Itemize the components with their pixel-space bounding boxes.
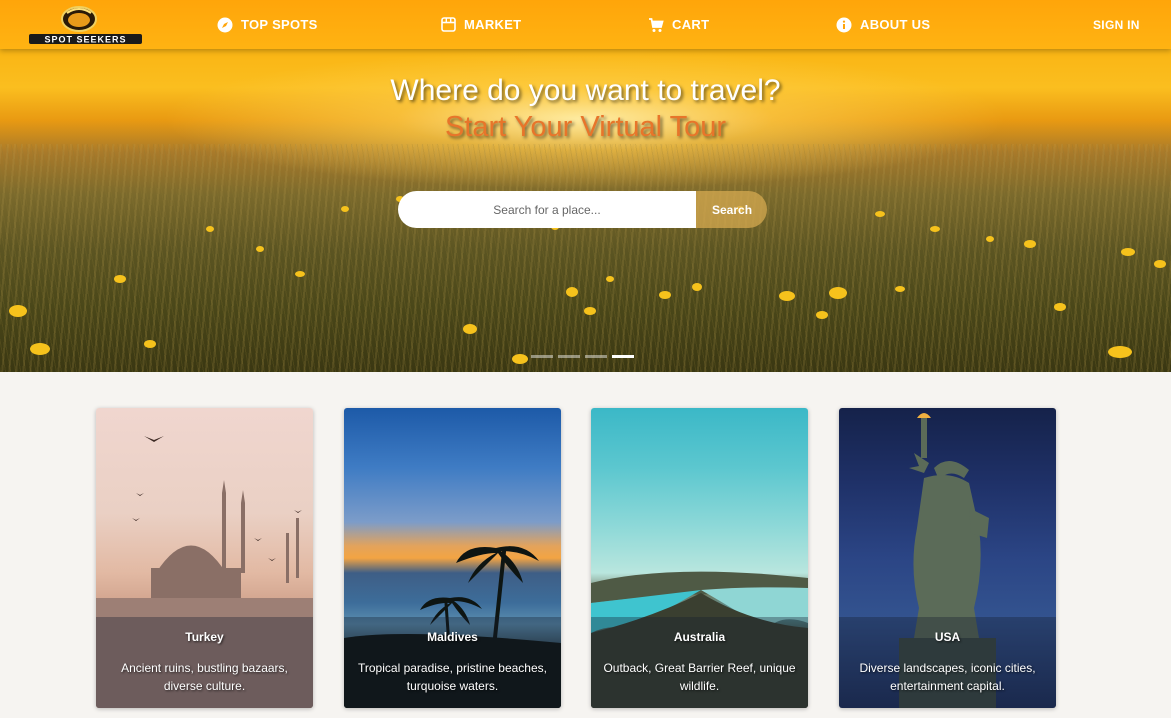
nav-about-us-label: ABOUT US: [860, 17, 931, 32]
destination-card-usa[interactable]: USA Diverse landscapes, iconic cities, e…: [839, 408, 1056, 708]
carousel-dot-4-active[interactable]: [612, 355, 634, 358]
hero-title: Where do you want to travel?: [390, 74, 781, 107]
card-description: Outback, Great Barrier Reef, unique wild…: [603, 661, 796, 693]
spot-seekers-logo[interactable]: SPOT SEEKERS: [27, 3, 144, 45]
destination-card-turkey[interactable]: Turkey Ancient ruins, bustling bazaars, …: [96, 408, 313, 708]
carousel-dot-1[interactable]: [531, 355, 553, 358]
card-description: Tropical paradise, pristine beaches, tur…: [358, 661, 547, 693]
cart-icon: [648, 17, 664, 33]
logo-text: SPOT SEEKERS: [44, 35, 126, 45]
destination-card-maldives[interactable]: Maldives Tropical paradise, pristine bea…: [344, 408, 561, 708]
card-title: USA: [934, 630, 961, 644]
hero-banner: Where do you want to travel? Start Your …: [0, 49, 1171, 372]
store-icon: [441, 17, 456, 32]
nav-top-spots-label: TOP SPOTS: [241, 17, 318, 32]
nav-top-spots[interactable]: TOP SPOTS: [217, 0, 318, 49]
info-icon: [836, 17, 852, 33]
destination-card-australia[interactable]: Australia Outback, Great Barrier Reef, u…: [591, 408, 808, 708]
nav-about-us[interactable]: ABOUT US: [836, 0, 930, 49]
top-navbar: SPOT SEEKERS TOP SPOTS MARKET CART ABOUT…: [0, 0, 1171, 49]
nav-cart-label: CART: [672, 17, 710, 32]
carousel-dot-3[interactable]: [585, 355, 607, 358]
sign-in-link[interactable]: SIGN IN: [1093, 0, 1140, 49]
hero-subtitle: Start Your Virtual Tour: [444, 111, 727, 143]
card-description: Ancient ruins, bustling bazaars, diverse…: [121, 661, 288, 693]
search-button[interactable]: Search: [696, 191, 767, 228]
card-title: Turkey: [185, 630, 224, 644]
card-description: Diverse landscapes, iconic cities, enter…: [859, 661, 1036, 693]
search-input[interactable]: [398, 191, 696, 228]
compass-icon: [217, 17, 233, 33]
nav-market-label: MARKET: [464, 17, 522, 32]
nav-cart[interactable]: CART: [648, 0, 709, 49]
card-title: Maldives: [427, 630, 478, 644]
nav-market[interactable]: MARKET: [441, 0, 521, 49]
card-title: Australia: [673, 630, 726, 644]
carousel-dot-2[interactable]: [558, 355, 580, 358]
